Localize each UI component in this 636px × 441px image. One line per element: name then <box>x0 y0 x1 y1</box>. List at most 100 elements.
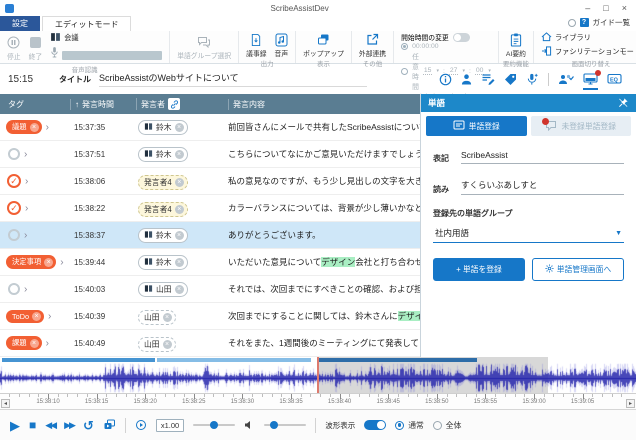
any-time-radio[interactable] <box>401 68 408 75</box>
tab-word-register[interactable]: 単語登録 <box>426 116 527 136</box>
timeline-scroll-right[interactable]: ▸ <box>626 399 635 408</box>
info-icon[interactable] <box>439 73 452 86</box>
table-row-selected[interactable]: › 15:38:37 鈴木× ありがとうございます。 <box>0 222 420 249</box>
table-row[interactable]: ToDo× › 15:40:39 山田× 次回までにすることに関しては、鈴木さん… <box>0 303 420 330</box>
chevron-right-icon[interactable]: › <box>24 284 27 295</box>
chevron-right-icon[interactable]: › <box>24 230 27 241</box>
segment[interactable] <box>157 358 311 362</box>
yomi-input[interactable]: すくらいぶあしすと <box>461 177 624 195</box>
speaker-pill[interactable]: 発言者4× <box>138 202 188 217</box>
speaker-pill[interactable]: 山田× <box>138 282 188 297</box>
col-tag[interactable]: タグ <box>8 99 24 110</box>
utterance-text[interactable]: それをまた、1週間後のミーティングにて発表していただき、最終確認を行いたいと思 <box>228 337 420 349</box>
remove-speaker-icon[interactable]: × <box>163 340 172 349</box>
speaker-pill[interactable]: 発言者4× <box>138 175 188 190</box>
table-row[interactable]: 課題× › 15:40:49 山田× それをまた、1週間後のミーティングにて発表… <box>0 330 420 357</box>
remove-speaker-icon[interactable]: × <box>175 205 184 214</box>
mode-all-radio[interactable] <box>433 421 442 430</box>
timeline-scroll-left[interactable]: ◂ <box>1 399 10 408</box>
playhead[interactable] <box>317 357 319 393</box>
speed-slider[interactable] <box>193 424 235 426</box>
word-group-select[interactable]: 社内用語 ▼ <box>433 225 624 243</box>
remove-speaker-icon[interactable]: × <box>175 123 184 132</box>
minutes-export-button[interactable]: 議事録 <box>242 32 270 58</box>
tag-empty-circle[interactable] <box>8 148 20 160</box>
utterance-text[interactable]: カラーバランスについては、背景が少し薄いかなと思いますので、少し濃くしていただ <box>228 202 420 214</box>
remove-tag-icon[interactable]: × <box>44 258 53 267</box>
remove-speaker-icon[interactable]: × <box>175 258 184 267</box>
col-speaker[interactable]: 発言者 <box>136 98 228 110</box>
chevron-right-icon[interactable]: › <box>25 203 28 214</box>
word-panel-icon[interactable] <box>583 73 598 86</box>
remove-tag-icon[interactable]: × <box>30 339 39 348</box>
chevron-right-icon[interactable]: › <box>25 176 28 187</box>
audio-export-button[interactable]: 音声 <box>271 32 293 58</box>
volume-slider[interactable] <box>264 424 306 426</box>
speaker-pill[interactable]: 山田× <box>138 310 176 325</box>
library-button[interactable]: ライブラリ <box>541 32 591 44</box>
close-button[interactable]: × <box>622 3 627 13</box>
speaker-manage-icon[interactable] <box>461 73 472 85</box>
table-row[interactable]: ✓› 15:38:06 発言者4× 私の意見なのですが、もう少し見出しの文字を大… <box>0 168 420 195</box>
remove-speaker-icon[interactable]: × <box>175 150 184 159</box>
start-time-toggle[interactable] <box>453 33 470 42</box>
utterance-text[interactable]: ありがとうございます。 <box>228 229 420 241</box>
tag-empty-circle[interactable] <box>8 229 20 241</box>
speaker-pill[interactable]: 鈴木× <box>138 147 188 162</box>
tag-badge[interactable]: 決定事項× <box>6 255 56 269</box>
tab-unregistered-words[interactable]: 未登録単語登録 <box>531 116 632 136</box>
stop-playback-button[interactable]: ■ <box>29 419 36 431</box>
speaker-pill[interactable]: 鈴木× <box>138 228 188 243</box>
fast-forward-button[interactable]: ▶▶ <box>64 421 74 430</box>
guide-list-link[interactable]: ガイド一覧 <box>593 17 631 28</box>
sort-asc-icon[interactable]: ↑ <box>75 100 79 109</box>
hyouki-input[interactable]: ScribeAssist <box>461 148 624 164</box>
eq-search-icon[interactable]: EQ <box>607 73 622 86</box>
speaker-pill[interactable]: 山田× <box>138 337 176 352</box>
external-link-button[interactable]: 外部連携 <box>355 32 390 58</box>
remove-speaker-icon[interactable]: × <box>175 178 184 187</box>
tab-edit-mode[interactable]: エディットモード <box>42 16 131 31</box>
comment-edit-icon[interactable] <box>481 73 495 85</box>
waveform-toggle[interactable] <box>364 420 386 430</box>
link-icon[interactable] <box>168 98 180 110</box>
remove-speaker-icon[interactable]: × <box>163 313 172 322</box>
play-button[interactable]: ▶ <box>10 419 20 432</box>
mic-add-icon[interactable] <box>526 73 539 86</box>
feedback-icon[interactable] <box>568 19 576 27</box>
table-row[interactable]: › 15:40:03 山田× それでは、次回までにすべきことの確認、および担当者… <box>0 276 420 303</box>
timeline-ruler[interactable]: ◂ ▸ 15:38:1015:38:1515:38:2015:38:2515:3… <box>0 393 636 409</box>
speaker-pill[interactable]: 鈴木× <box>138 255 188 270</box>
word-group-select-button[interactable]: 単語グループ選択 <box>173 34 235 60</box>
chevron-right-icon[interactable]: › <box>60 257 63 268</box>
tag-icon[interactable] <box>504 73 517 86</box>
popup-button[interactable]: ポップアップ <box>299 32 348 58</box>
tag-badge[interactable]: 課題× <box>6 336 42 350</box>
table-row[interactable]: › 15:37:51 鈴木× こちらについてなにかご意見いただけますでしょうか。 <box>0 141 420 168</box>
end-button[interactable]: 終了 <box>25 35 47 61</box>
remove-speaker-icon[interactable]: × <box>175 231 184 240</box>
remove-speaker-icon[interactable]: × <box>175 285 184 294</box>
table-row[interactable]: 議題× › 15:37:35 鈴木× 前回皆さんにメールで共有したScribeA… <box>0 114 420 141</box>
col-time[interactable]: ↑ 発言時間 <box>70 99 136 110</box>
stop-button[interactable]: 停止 <box>3 35 25 61</box>
help-icon[interactable]: ? <box>580 18 589 27</box>
remove-tag-icon[interactable]: × <box>32 312 41 321</box>
maximize-button[interactable]: □ <box>603 3 608 13</box>
chevron-right-icon[interactable]: › <box>24 149 27 160</box>
facilitation-mode-button[interactable]: ファシリテーションモード <box>541 46 636 58</box>
time-zero-radio[interactable] <box>401 43 408 50</box>
tag-empty-circle[interactable] <box>8 283 20 295</box>
tag-badge[interactable]: ToDo× <box>6 310 44 323</box>
table-row[interactable]: 決定事項× › 15:39:44 鈴木× いただいた意見についてデザイン会社と打… <box>0 249 420 276</box>
tag-check-circle[interactable]: ✓ <box>7 174 21 188</box>
rewind-button[interactable]: ◀◀ <box>45 421 55 430</box>
utterance-text[interactable]: いただいた意見についてデザイン会社と打ち合わせを設けて、またブラッシュアップし <box>228 256 420 268</box>
table-row[interactable]: ✓› 15:38:22 発言者4× カラーバランスについては、背景が少し薄いかな… <box>0 195 420 222</box>
utterance-text[interactable]: 私の意見なのですが、もう少し見出しの文字を大きくしてもらえると、区別がつきや <box>228 175 420 187</box>
tab-settings[interactable]: 設定 <box>0 16 40 31</box>
segment[interactable] <box>318 358 477 362</box>
ai-summary-button[interactable]: AI要約 <box>502 32 530 58</box>
meeting-title-input[interactable]: ScribeAssistのWebサイトについて <box>99 71 367 87</box>
chevron-right-icon[interactable]: › <box>46 338 49 349</box>
